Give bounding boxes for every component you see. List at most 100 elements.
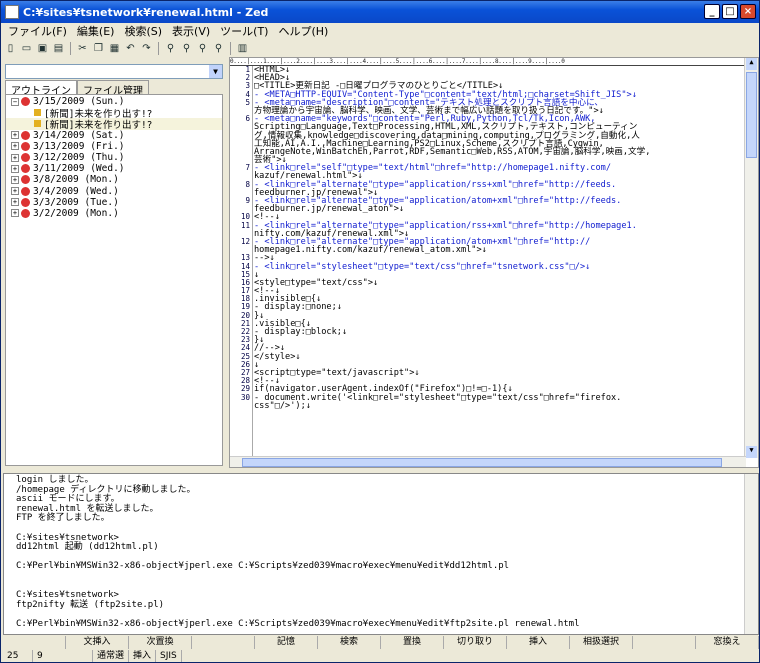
menu-edit[interactable]: 編集(E) (72, 23, 120, 39)
expand-icon[interactable]: + (11, 175, 19, 184)
tree-item[interactable]: +3/3/2009 (Tue.) (6, 197, 222, 208)
code-line[interactable]: //-->↓ (254, 344, 746, 353)
function-key-bar: 文挿入 次置換 記憶 検索 置換 切り取り 挿入 相扱選択 窓換え (3, 636, 759, 649)
menu-tools[interactable]: ツール(T) (215, 23, 273, 39)
expand-icon[interactable]: + (11, 142, 19, 151)
tree-item[interactable]: +3/13/2009 (Fri.) (6, 141, 222, 152)
node-icon (21, 197, 30, 207)
paste-icon[interactable]: ▦ (108, 42, 121, 55)
tab-file-manager[interactable]: ファイル管理 (77, 80, 149, 97)
node-icon (21, 153, 30, 163)
line-number (230, 132, 252, 140)
output-line: dd12html 起動 (dd12html.pl) (16, 542, 159, 553)
scroll-up-icon[interactable]: ▲ (746, 58, 757, 70)
code-line[interactable]: </style>↓ (254, 352, 746, 361)
expand-icon[interactable]: + (11, 131, 19, 140)
code-line[interactable]: homepage1.nifty.com/kazuf/renewal_atom.x… (254, 246, 746, 255)
status-bar: 25 9 通常選 挿入 SJIS (3, 650, 759, 662)
menu-view[interactable]: 表示(V) (167, 23, 215, 39)
code-line[interactable]: - document.write('<link□rel="stylesheet"… (254, 393, 746, 402)
collapse-icon[interactable]: − (11, 97, 19, 106)
expand-icon[interactable]: + (11, 153, 19, 162)
close-button[interactable]: × (740, 4, 756, 19)
tree-child[interactable]: [新聞]未来を作り出す!? (6, 118, 222, 131)
maximize-button[interactable]: □ (722, 4, 738, 19)
toolbar-divider (70, 41, 71, 55)
scroll-down-icon[interactable]: ▼ (746, 446, 757, 458)
editor-pane[interactable]: 0....|....1....|....2....|....3....|....… (229, 57, 759, 468)
function-key-6[interactable]: 検索 (318, 636, 381, 649)
code-line[interactable]: }↓ (254, 311, 746, 320)
code-line[interactable]: - <link□rel="stylesheet"□type="text/css"… (254, 262, 746, 271)
leaf-icon (34, 120, 41, 128)
minimize-button[interactable]: _ (704, 4, 720, 19)
function-key-11[interactable] (633, 636, 696, 649)
copy-icon[interactable]: ❐ (92, 42, 105, 55)
function-key-9[interactable]: 挿入 (507, 636, 570, 649)
function-key-10[interactable]: 相扱選択 (570, 636, 633, 649)
find-next-icon[interactable]: ⚲ (180, 42, 193, 55)
output-line: ftp2nifty 転送 (ftp2site.pl) (16, 599, 165, 610)
open-file-icon[interactable]: ▭ (20, 42, 33, 55)
line-number: 5 (245, 97, 250, 107)
menu-file[interactable]: ファイル(F) (3, 23, 72, 39)
new-file-icon[interactable]: ▯ (4, 42, 17, 55)
expand-icon[interactable]: + (11, 187, 19, 196)
expand-icon[interactable]: + (11, 209, 19, 218)
tree-item[interactable]: +3/2/2009 (Mon.) (6, 208, 222, 219)
function-key-4[interactable] (192, 636, 255, 649)
code-area[interactable]: <HTML>↓ <HEAD>↓ □<TITLE>更新日記 -□日曜プログラマのひとり… (254, 66, 746, 458)
scrollbar-thumb[interactable] (242, 458, 722, 467)
code-line[interactable]: - display:□block;↓ (254, 328, 746, 337)
tree-item[interactable]: +3/14/2009 (Sat.) (6, 130, 222, 141)
code-line[interactable]: feedburner.jp/renewal_aton">↓ (254, 205, 746, 214)
function-key-7[interactable]: 置換 (381, 636, 444, 649)
code-line[interactable]: ArrangeNote,WinBatchEh,Parrot,RDF,Semant… (254, 147, 746, 156)
code-line[interactable]: <HTML>↓ (254, 66, 746, 74)
code-line[interactable]: <!--↓ (254, 287, 746, 296)
tree-item[interactable]: +3/11/2009 (Wed.) (6, 163, 222, 174)
tree-item-label: 3/11/2009 (Wed.) (33, 163, 125, 175)
function-key-8[interactable]: 切り取り (444, 636, 507, 649)
tree-item[interactable]: +3/12/2009 (Thu.) (6, 152, 222, 163)
function-key-3[interactable]: 次置換 (129, 636, 192, 649)
code-line[interactable]: css"□/>');↓ (254, 401, 746, 410)
save-all-icon[interactable]: ▤ (52, 42, 65, 55)
scrollbar-thumb[interactable] (746, 72, 757, 158)
undo-icon[interactable]: ↶ (124, 42, 137, 55)
output-pane[interactable]: login しました。/homepage ディレクトリに移動しました。 ascii… (3, 473, 759, 635)
output-vertical-scrollbar[interactable] (744, 474, 758, 634)
function-key-5[interactable]: 記憶 (255, 636, 318, 649)
node-icon (21, 164, 30, 174)
chevron-down-icon[interactable]: ▼ (209, 65, 222, 78)
code-line[interactable]: - display:□none;↓ (254, 303, 746, 312)
find-icon[interactable]: ⚲ (164, 42, 177, 55)
code-line[interactable]: <script□type="text/javascript">↓ (254, 369, 746, 378)
code-line[interactable]: }↓ (254, 336, 746, 345)
menu-bar: ファイル(F) 編集(E) 検索(S) 表示(V) ツール(T) ヘルプ(H) (1, 23, 759, 39)
menu-search[interactable]: 検索(S) (119, 23, 167, 39)
settings-icon[interactable]: ▥ (236, 42, 249, 55)
editor-horizontal-scrollbar[interactable] (230, 456, 746, 467)
menu-help[interactable]: ヘルプ(H) (273, 23, 333, 39)
tree-item-label: 3/14/2009 (Sat.) (33, 129, 125, 141)
redo-icon[interactable]: ↷ (140, 42, 153, 55)
replace-icon[interactable]: ⚲ (212, 42, 225, 55)
find-prev-icon[interactable]: ⚲ (196, 42, 209, 55)
expand-icon[interactable]: + (11, 198, 19, 207)
title-bar[interactable]: C:¥sites¥tsnetwork¥renewal.html - Zed _ … (1, 1, 759, 23)
tree-item[interactable]: +3/8/2009 (Mon.) (6, 174, 222, 185)
function-key-1[interactable] (3, 636, 66, 649)
function-key-12[interactable]: 窓換え (696, 636, 759, 649)
line-number: 30 (240, 392, 250, 402)
save-icon[interactable]: ▣ (36, 42, 49, 55)
editor-vertical-scrollbar[interactable]: ▲ ▼ (744, 58, 758, 458)
tree-item[interactable]: +3/4/2009 (Wed.) (6, 186, 222, 197)
code-line[interactable]: <style□type="text/css">↓ (254, 278, 746, 287)
tab-outline[interactable]: アウトライン (5, 80, 77, 97)
function-key-2[interactable]: 文挿入 (66, 636, 129, 649)
cut-icon[interactable]: ✂ (76, 42, 89, 55)
expand-icon[interactable]: + (11, 164, 19, 173)
outline-combo[interactable]: ▼ (5, 64, 223, 79)
